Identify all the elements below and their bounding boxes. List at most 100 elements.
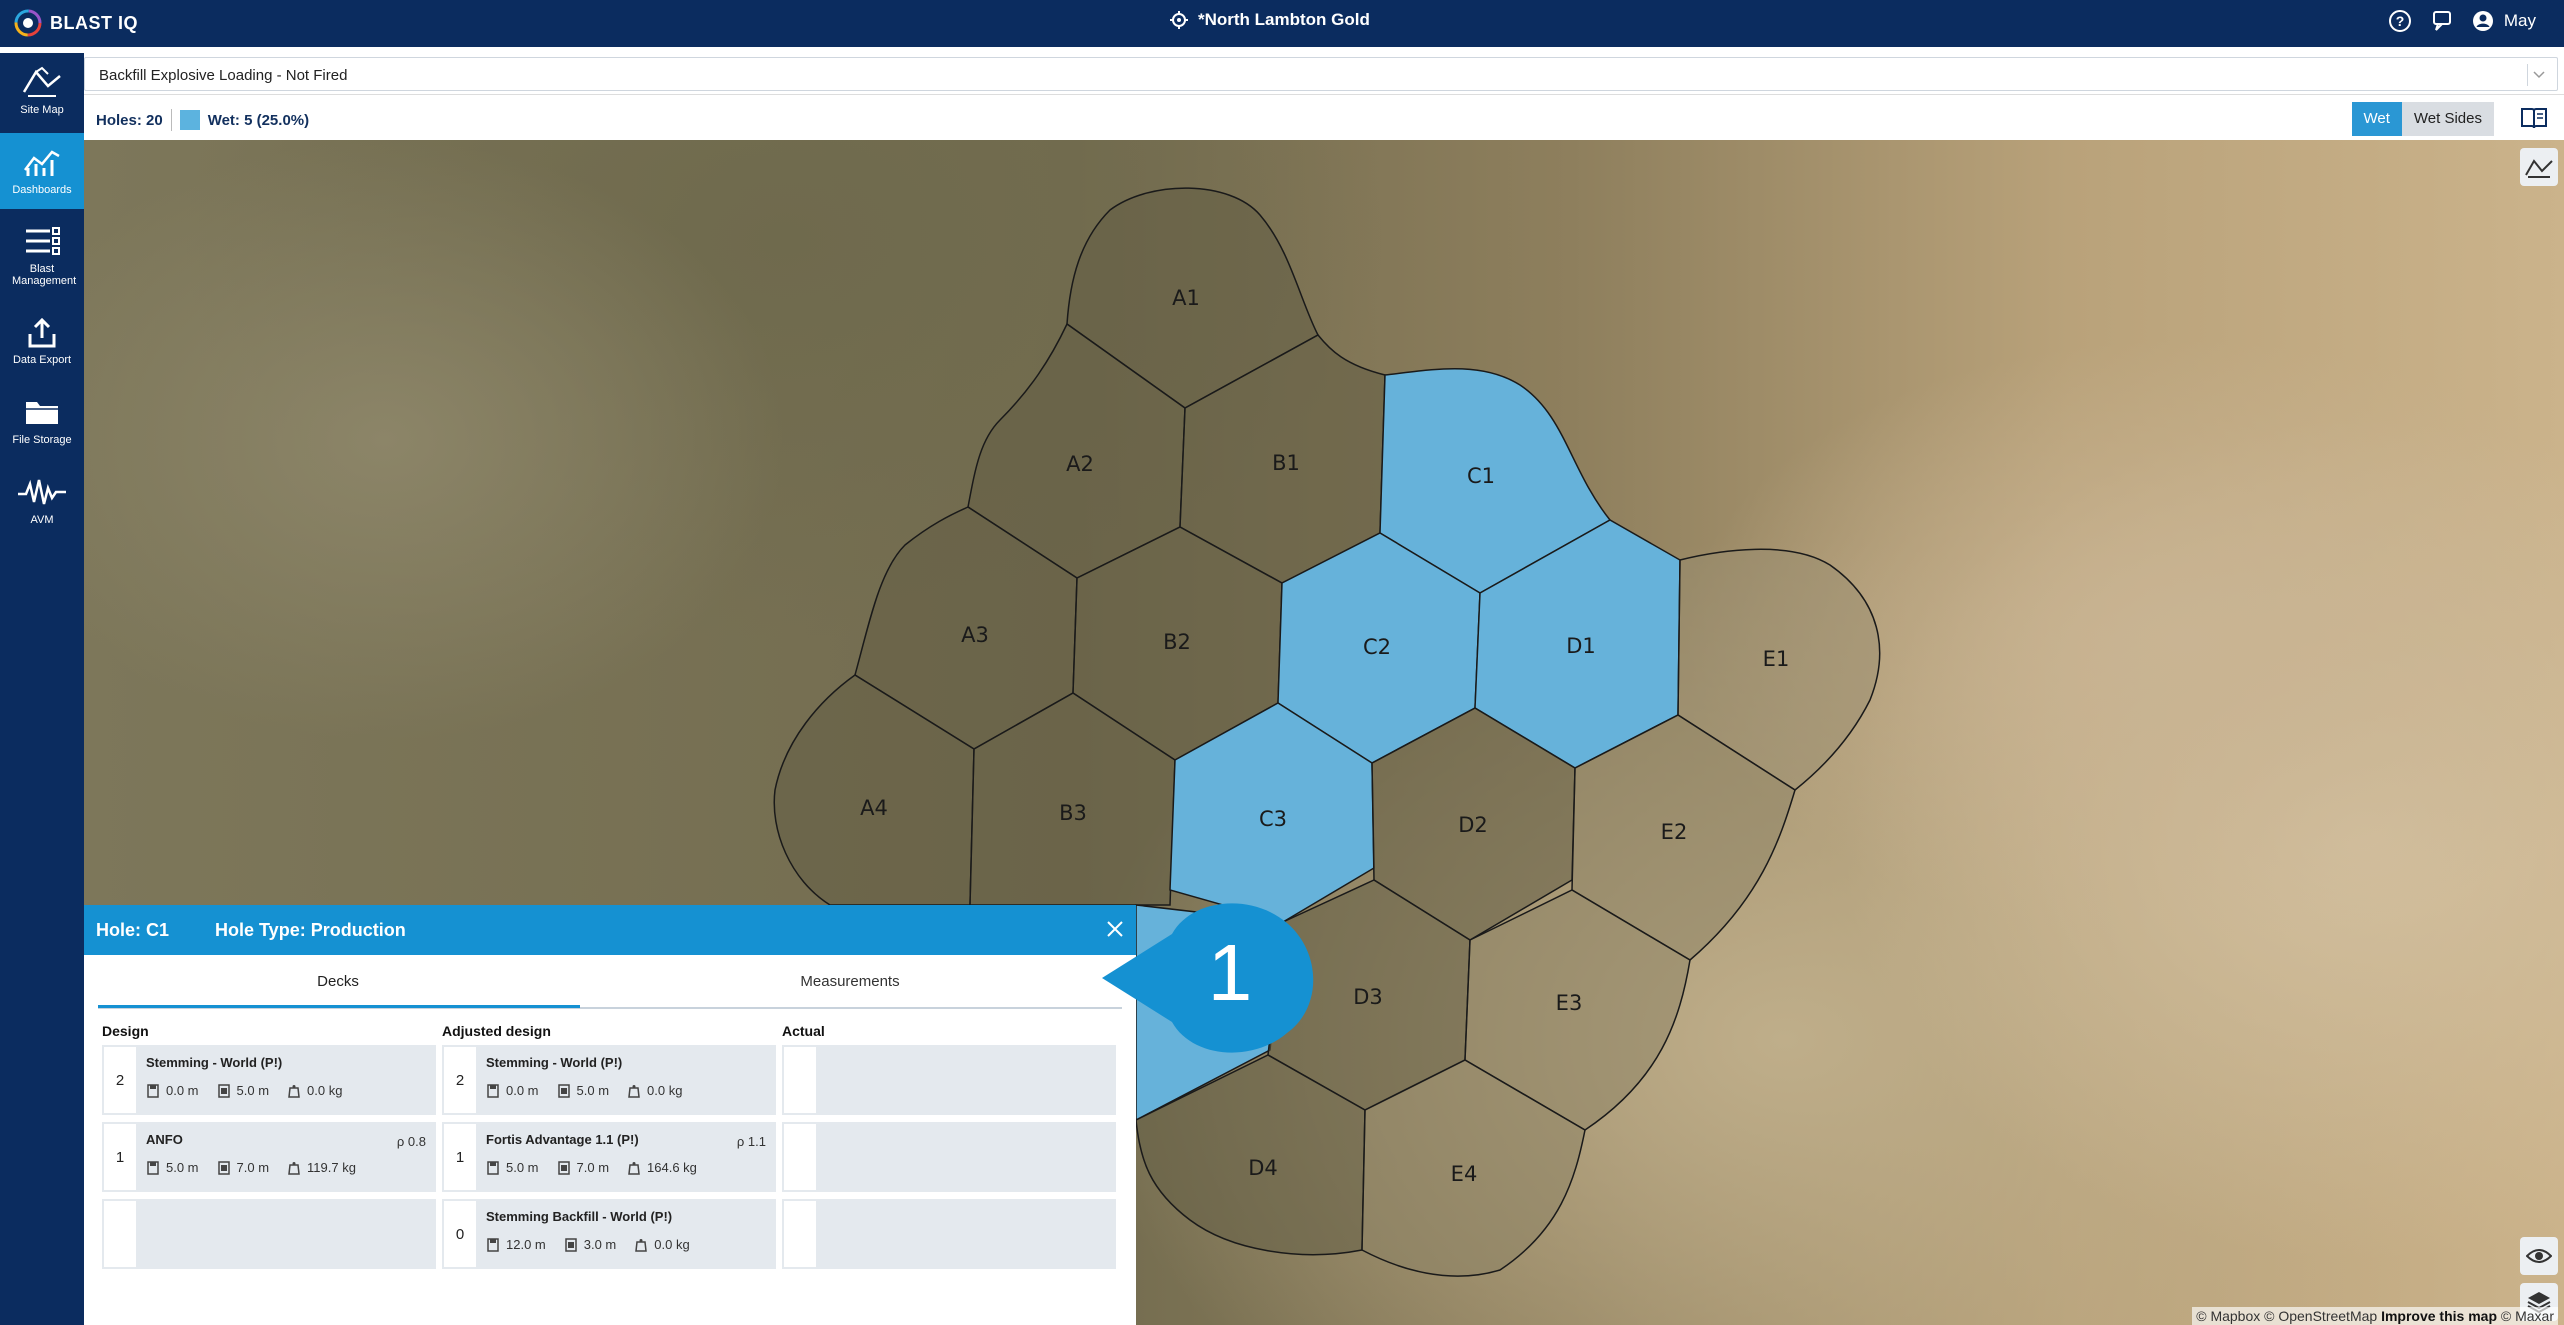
hole-label: C3 bbox=[1259, 807, 1287, 831]
deck-mass: 0.0 kg bbox=[634, 1237, 690, 1252]
sidebar-item-label: Data Export bbox=[12, 354, 72, 366]
depth-top-icon bbox=[147, 1160, 159, 1175]
data-export-icon bbox=[28, 317, 56, 348]
deck-row[interactable]: 2 Stemming - World (P!) 0.0 m 5.0 m 0.0 … bbox=[442, 1045, 776, 1115]
deck-length-icon bbox=[217, 1160, 230, 1175]
user-menu[interactable]: May bbox=[2472, 10, 2536, 32]
hole-label: E2 bbox=[1661, 820, 1688, 844]
deck-product: ANFO bbox=[146, 1132, 183, 1147]
hole-label: A2 bbox=[1066, 452, 1094, 476]
deck-top: 5.0 m bbox=[146, 1160, 199, 1175]
depth-top-icon bbox=[487, 1083, 499, 1098]
legend-book-icon[interactable] bbox=[2520, 106, 2548, 135]
sidebar-item-avm[interactable]: AVM bbox=[0, 463, 84, 539]
hole-label: A3 bbox=[961, 623, 989, 647]
report-filter-select[interactable]: Backfill Explosive Loading - Not Fired bbox=[84, 57, 2558, 91]
mapbox-credit[interactable]: © Mapbox bbox=[2196, 1308, 2260, 1324]
sidebar-item-file-storage[interactable]: File Storage bbox=[0, 383, 84, 459]
weight-icon bbox=[635, 1238, 648, 1252]
deck-mass: 164.6 kg bbox=[627, 1160, 697, 1175]
blastiq-logo-icon bbox=[14, 9, 42, 37]
adjusted-design-column: Adjusted design 2 Stemming - World (P!) … bbox=[442, 1023, 776, 1276]
app-logo[interactable]: BLAST IQ bbox=[14, 9, 138, 37]
deck-row-empty bbox=[782, 1045, 1116, 1115]
blast-management-icon bbox=[26, 227, 60, 255]
site-map-icon bbox=[22, 66, 61, 97]
deck-row[interactable]: 1 Fortis Advantage 1.1 (P!) ρ 1.1 5.0 m … bbox=[442, 1122, 776, 1192]
map-attribution: © Mapbox © OpenStreetMap Improve this ma… bbox=[2192, 1307, 2558, 1325]
sidebar-item-data-export[interactable]: Data Export bbox=[0, 303, 84, 379]
tab-decks[interactable]: Decks bbox=[98, 973, 580, 1008]
sidebar-item-label: Dashboards bbox=[12, 184, 72, 196]
deck-length-icon bbox=[557, 1160, 570, 1175]
avm-icon bbox=[18, 479, 66, 505]
deck-top: 0.0 m bbox=[486, 1083, 539, 1098]
osm-credit[interactable]: © OpenStreetMap bbox=[2264, 1308, 2377, 1324]
help-icon[interactable]: ? bbox=[2388, 9, 2412, 33]
sidebar-item-blast-management[interactable]: Blast Management bbox=[0, 213, 84, 299]
dashboards-icon bbox=[24, 150, 60, 176]
deck-product: Stemming - World (P!) bbox=[486, 1055, 623, 1070]
toggle-wet[interactable]: Wet bbox=[2351, 102, 2402, 136]
sidebar-item-site-map[interactable]: Site Map bbox=[0, 53, 84, 129]
deck-product: Fortis Advantage 1.1 (P!) bbox=[486, 1132, 639, 1147]
deck-row[interactable]: 1 ANFO ρ 0.8 5.0 m 7.0 m 119.7 kg bbox=[102, 1122, 436, 1192]
deck-number: 2 bbox=[104, 1047, 136, 1113]
location-target-icon bbox=[1170, 11, 1188, 29]
wet-legend-swatch bbox=[179, 110, 200, 130]
file-storage-icon bbox=[26, 402, 58, 424]
step-callout-marker: 1 bbox=[1102, 903, 1314, 1053]
tab-measurements[interactable]: Measurements bbox=[580, 973, 1120, 990]
visibility-button[interactable] bbox=[2520, 1237, 2558, 1275]
deck-row[interactable]: 2 Stemming - World (P!) 0.0 m 5.0 m 0.0 … bbox=[102, 1045, 436, 1115]
logo-text: BLAST IQ bbox=[50, 12, 138, 33]
divider bbox=[170, 109, 172, 131]
improve-map-link[interactable]: Improve this map bbox=[2381, 1308, 2497, 1324]
hole-id: Hole: C1 bbox=[96, 919, 170, 940]
sidebar-item-label: AVM bbox=[30, 514, 54, 526]
hole-label: B1 bbox=[1272, 451, 1300, 475]
deck-length: 3.0 m bbox=[564, 1237, 616, 1252]
design-column: Design 2 Stemming - World (P!) 0.0 m 5.0… bbox=[102, 1023, 436, 1276]
wet-count: Wet: 5 (25.0%) bbox=[207, 111, 310, 129]
sidebar-item-dashboards[interactable]: Dashboards bbox=[0, 133, 84, 209]
sidebar-item-label: Blast Management bbox=[12, 263, 77, 287]
site-selector[interactable]: *North Lambton Gold bbox=[1170, 10, 1370, 30]
top-bar: BLAST IQ *North Lambton Gold ? May bbox=[0, 0, 2564, 47]
panel-tabs: Decks Measurements bbox=[98, 955, 1122, 1009]
hole-label: C2 bbox=[1363, 635, 1391, 659]
deck-length-icon bbox=[217, 1083, 230, 1098]
hole-label: A1 bbox=[1172, 286, 1200, 310]
deck-mass: 0.0 kg bbox=[287, 1083, 342, 1098]
hole-label: D2 bbox=[1458, 813, 1488, 837]
deck-row-empty bbox=[782, 1122, 1116, 1192]
deck-number bbox=[784, 1124, 816, 1190]
stats-bar: Holes: 20 Wet: 5 (25.0%) Wet Wet Sides bbox=[84, 96, 2564, 140]
sidebar-item-label: File Storage bbox=[12, 434, 72, 446]
column-title: Adjusted design bbox=[442, 1023, 551, 1039]
report-filter-value: Backfill Explosive Loading - Not Fired bbox=[99, 67, 348, 84]
svg-text:?: ? bbox=[2396, 13, 2405, 29]
weight-icon bbox=[628, 1161, 640, 1175]
sidebar-item-label: Site Map bbox=[20, 104, 64, 116]
toggle-wet-sides[interactable]: Wet Sides bbox=[2401, 102, 2494, 136]
chevron-down-icon[interactable] bbox=[2527, 64, 2549, 86]
deck-number: 1 bbox=[104, 1124, 136, 1190]
hole-label: C1 bbox=[1467, 464, 1495, 488]
callout-number: 1 bbox=[1208, 928, 1253, 1017]
view-toggle: Wet Wet Sides bbox=[2351, 102, 2494, 136]
eye-icon bbox=[2526, 1249, 2552, 1263]
feedback-icon[interactable] bbox=[2430, 9, 2454, 33]
deck-row[interactable]: 0 Stemming Backfill - World (P!) 12.0 m … bbox=[442, 1199, 776, 1269]
hole-label: E4 bbox=[1451, 1162, 1478, 1186]
deck-product: Stemming - World (P!) bbox=[146, 1055, 283, 1070]
deck-mass: 0.0 kg bbox=[627, 1083, 682, 1098]
map-layers-terrain-icon bbox=[2525, 159, 2553, 178]
column-title: Actual bbox=[782, 1023, 825, 1039]
weight-icon bbox=[288, 1084, 300, 1098]
hole-label: B3 bbox=[1059, 801, 1087, 825]
map-style-button[interactable] bbox=[2520, 148, 2558, 186]
deck-mass: 119.7 kg bbox=[287, 1160, 356, 1175]
maxar-credit[interactable]: © Maxar bbox=[2501, 1308, 2554, 1324]
weight-icon bbox=[628, 1084, 640, 1098]
